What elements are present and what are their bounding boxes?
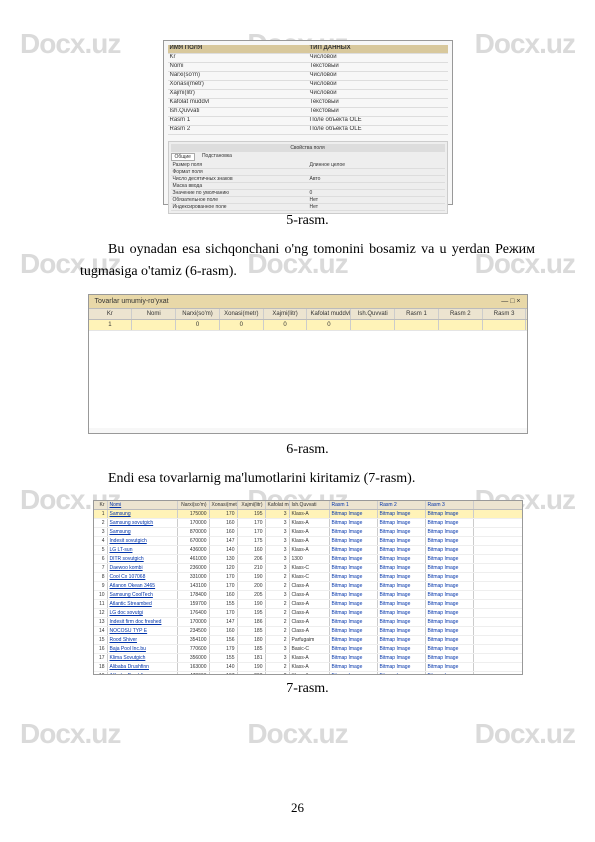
screenshot-7: KrNomiNarxi(so'm)Xonasi(metr)Xajmi(litr)… xyxy=(93,500,523,675)
page-number: 26 xyxy=(0,800,595,816)
watermark: Docx.uz xyxy=(20,718,120,750)
props-title: Свойства поля xyxy=(171,144,445,152)
tab: Общие xyxy=(171,153,195,161)
paragraph-1: Bu oynadan esa sichqonchani o'ng tomonin… xyxy=(80,239,535,284)
window-controls: — □ × xyxy=(501,298,520,305)
paragraph-2: Endi esa tovarlarnig ma'lumotlarini kiri… xyxy=(80,468,535,490)
watermark: Docx.uz xyxy=(247,718,347,750)
watermark: Docx.uz xyxy=(475,718,575,750)
caption-5: 5-rasm. xyxy=(80,213,535,229)
col-header: ИМЯ ПОЛЯ xyxy=(168,45,308,53)
page-content: ИМЯ ПОЛЯ ТИП ДАННЫХ KrЧисловойNomiТексто… xyxy=(0,0,595,707)
tab: Подстановка xyxy=(199,153,235,161)
caption-7: 7-rasm. xyxy=(80,681,535,697)
col-header: ТИП ДАННЫХ xyxy=(308,45,448,53)
screenshot-5: ИМЯ ПОЛЯ ТИП ДАННЫХ KrЧисловойNomiТексто… xyxy=(163,40,453,205)
caption-6: 6-rasm. xyxy=(80,442,535,458)
screenshot-6: Tovarlar umumiy-ro'yxat — □ × KrNomiNarx… xyxy=(88,294,528,434)
window-title: Tovarlar umumiy-ro'yxat xyxy=(95,298,169,305)
